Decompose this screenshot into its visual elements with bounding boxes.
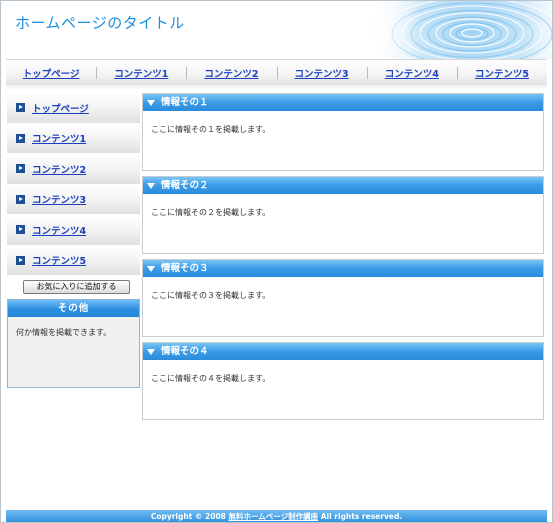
section-title: 情報その１ — [161, 97, 209, 108]
section-title-bar: 情報その２ — [143, 177, 543, 194]
nav-item-content5: コンテンツ5 — [456, 60, 547, 85]
side-menu-item-content5: コンテンツ5 — [7, 245, 140, 276]
triangle-down-icon — [147, 348, 155, 355]
arrow-right-icon — [16, 225, 25, 235]
footer-site-link[interactable]: 無料ホームページ制作講座 — [229, 512, 319, 521]
nav-link-content3[interactable]: コンテンツ3 — [295, 66, 349, 80]
info-section-1: 情報その１ ここに情報その１を掲載します。 — [142, 93, 544, 171]
arrow-right-icon — [16, 103, 25, 113]
side-link-content3[interactable]: コンテンツ3 — [32, 192, 86, 206]
copyright-suffix: All rights reserved. — [318, 512, 403, 521]
side-menu-item-content2: コンテンツ2 — [7, 154, 140, 185]
triangle-down-icon — [147, 99, 155, 106]
nav-item-content1: コンテンツ1 — [96, 60, 186, 85]
header: ホームページのタイトル — [1, 1, 552, 59]
info-section-3: 情報その３ ここに情報その３を掲載します。 — [142, 259, 544, 337]
nav-link-content2[interactable]: コンテンツ2 — [204, 66, 258, 80]
section-body: ここに情報その４を掲載します。 — [151, 374, 271, 383]
copyright-prefix: Copyright © 2008 — [150, 512, 229, 521]
nav-item-content4: コンテンツ4 — [366, 60, 457, 85]
arrow-right-icon — [16, 194, 25, 204]
section-title-bar: 情報その１ — [143, 94, 543, 111]
nav-link-content1[interactable]: コンテンツ1 — [114, 66, 168, 80]
nav-item-top: トップページ — [6, 60, 96, 85]
section-title: 情報その２ — [161, 180, 209, 191]
top-navigation: トップページ コンテンツ1 コンテンツ2 コンテンツ3 コンテンツ4 コンテンツ… — [6, 59, 547, 86]
nav-divider — [6, 85, 547, 90]
section-title-bar: 情報その４ — [143, 343, 543, 360]
other-box-text: 何か情報を掲載できます。 — [16, 328, 112, 337]
side-menu-item-top: トップページ — [7, 93, 140, 124]
section-body: ここに情報その１を掲載します。 — [151, 125, 271, 134]
side-menu-item-content1: コンテンツ1 — [7, 123, 140, 154]
section-title: 情報その３ — [161, 263, 209, 274]
side-menu: トップページ コンテンツ1 コンテンツ2 コンテンツ3 コンテンツ4 コンテンツ… — [7, 93, 140, 276]
footer: Copyright © 2008 無料ホームページ制作講座 All rights… — [6, 510, 547, 522]
arrow-right-icon — [16, 255, 25, 265]
side-link-content2[interactable]: コンテンツ2 — [32, 162, 86, 176]
section-title-bar: 情報その３ — [143, 260, 543, 277]
sidebar: トップページ コンテンツ1 コンテンツ2 コンテンツ3 コンテンツ4 コンテンツ… — [7, 93, 140, 388]
nav-item-content2: コンテンツ2 — [186, 60, 276, 85]
info-section-2: 情報その２ ここに情報その２を掲載します。 — [142, 176, 544, 254]
side-link-content1[interactable]: コンテンツ1 — [32, 131, 86, 145]
section-body: ここに情報その３を掲載します。 — [151, 291, 271, 300]
triangle-down-icon — [147, 182, 155, 189]
side-link-content5[interactable]: コンテンツ5 — [32, 253, 86, 267]
page-frame: ホームページのタイトル トップページ コンテンツ1 コンテンツ2 コンテンツ3 … — [0, 0, 553, 523]
other-info-box: その他 何か情報を掲載できます。 — [7, 299, 140, 388]
water-ripple-image — [352, 1, 552, 59]
side-link-content4[interactable]: コンテンツ4 — [32, 223, 86, 237]
side-link-top[interactable]: トップページ — [32, 101, 89, 115]
section-title: 情報その４ — [161, 346, 209, 357]
nav-link-top[interactable]: トップページ — [23, 66, 80, 80]
add-favorite-button[interactable]: お気に入りに追加する — [23, 280, 130, 294]
nav-link-content5[interactable]: コンテンツ5 — [475, 66, 529, 80]
arrow-right-icon — [16, 164, 25, 174]
side-menu-item-content3: コンテンツ3 — [7, 184, 140, 215]
main-content: 情報その１ ここに情報その１を掲載します。 情報その２ ここに情報その２を掲載し… — [142, 93, 544, 425]
other-box-title: その他 — [8, 300, 139, 317]
info-section-4: 情報その４ ここに情報その４を掲載します。 — [142, 342, 544, 420]
side-menu-item-content4: コンテンツ4 — [7, 215, 140, 246]
nav-item-content3: コンテンツ3 — [276, 60, 367, 85]
section-body: ここに情報その２を掲載します。 — [151, 208, 271, 217]
nav-link-content4[interactable]: コンテンツ4 — [385, 66, 439, 80]
triangle-down-icon — [147, 265, 155, 272]
arrow-right-icon — [16, 133, 25, 143]
site-title: ホームページのタイトル — [15, 14, 185, 32]
